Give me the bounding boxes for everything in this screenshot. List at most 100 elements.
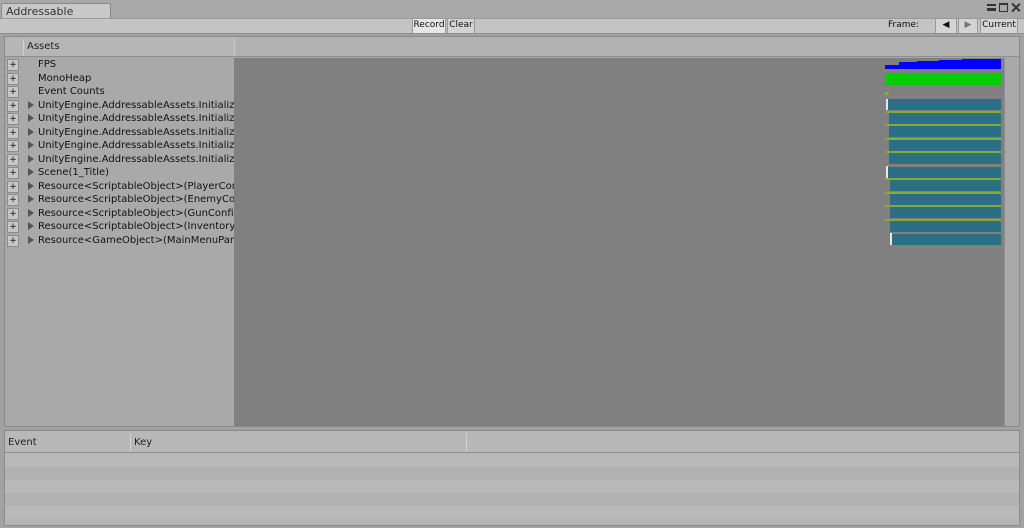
events-panel: Event Key [4, 430, 1020, 526]
tree-row[interactable]: + MonoHeap [5, 72, 234, 85]
expand-arrow-icon[interactable] [28, 181, 34, 190]
tree-row[interactable]: + FPS [5, 58, 234, 71]
expand-arrow-icon[interactable] [28, 208, 34, 217]
tree-row-label: Resource<GameObject>(MainMenuPanel.p [38, 234, 234, 246]
asset-graph-bar [888, 167, 1001, 178]
tree-row-label: Resource<ScriptableObject>(PlayerConfig [38, 180, 234, 192]
asset-graph-bar [889, 126, 1001, 137]
toolbar: Record Clear Frame: ◀ ▶ Current [0, 18, 1024, 34]
table-row[interactable] [5, 480, 1019, 493]
event-count-marker [885, 92, 889, 95]
expand-arrow-icon[interactable] [28, 114, 34, 122]
vertical-scrollbar[interactable] [1004, 58, 1019, 426]
expand-arrow-icon[interactable] [28, 222, 34, 230]
assets-header-label: Assets [27, 41, 60, 52]
asset-graph-bar [888, 99, 1001, 110]
expand-plus-button[interactable]: + [7, 234, 19, 247]
clear-button[interactable]: Clear [447, 19, 475, 33]
asset-graph-bar [890, 180, 1001, 191]
expand-plus-button[interactable]: + [7, 180, 19, 193]
tree-row[interactable]: + Resource<GameObject>(MainMenuPanel.p [5, 234, 234, 247]
profiler-graph-area[interactable] [234, 58, 1004, 426]
tree-row-label: UnityEngine.AddressableAssets.Initializa… [38, 153, 234, 165]
maximize-icon[interactable] [999, 3, 1008, 12]
asset-event-line [885, 151, 1001, 153]
current-frame-button[interactable]: Current [980, 19, 1018, 33]
table-row[interactable] [5, 506, 1019, 519]
expand-arrow-icon[interactable] [28, 235, 34, 244]
expand-plus-button[interactable]: + [7, 221, 19, 233]
tree-row[interactable]: + UnityEngine.AddressableAssets.Initiali… [5, 112, 234, 125]
tree-row[interactable]: + Resource<ScriptableObject>(InventoryCo [5, 220, 234, 233]
asset-graph-bar [889, 140, 1001, 151]
asset-tree: + FPS + MonoHeap + Event Counts + UnityE… [5, 58, 234, 426]
tree-row-label: UnityEngine.AddressableAssets.Initializa… [38, 140, 234, 151]
column-separator [466, 433, 467, 451]
table-row[interactable] [5, 467, 1019, 480]
expand-plus-button[interactable]: + [7, 167, 19, 179]
expand-plus-button[interactable]: + [7, 59, 19, 71]
fps-graph-segment [962, 59, 1001, 63]
expand-plus-button[interactable]: + [7, 126, 19, 139]
key-column-header[interactable]: Key [134, 437, 152, 448]
expand-arrow-icon[interactable] [28, 127, 34, 136]
asset-graph-bar [892, 234, 1001, 245]
tree-row[interactable]: + Event Counts [5, 85, 234, 98]
asset-event-line [885, 178, 1001, 180]
graph-header [234, 37, 1019, 57]
asset-graph-bar [889, 153, 1001, 164]
expand-plus-button[interactable]: + [7, 194, 19, 206]
tree-row[interactable]: + UnityEngine.AddressableAssets.Initiali… [5, 126, 234, 139]
record-button[interactable]: Record [412, 19, 446, 33]
tree-row[interactable]: + UnityEngine.AddressableAssets.Initiali… [5, 153, 234, 166]
asset-event-line [885, 192, 1001, 194]
asset-event-line [885, 205, 1001, 207]
menu-icon[interactable] [987, 4, 996, 11]
arrow-right-icon: ▶ [964, 20, 972, 30]
expand-arrow-icon[interactable] [28, 154, 34, 163]
asset-event-line [885, 111, 1001, 113]
expand-plus-button[interactable]: + [7, 72, 19, 85]
expand-plus-button[interactable]: + [7, 113, 19, 125]
tree-row-label: Resource<ScriptableObject>(GunConfig.a [38, 207, 234, 219]
tree-row[interactable]: + UnityEngine.AddressableAssets.Initiali… [5, 139, 234, 152]
tree-row-label: Resource<ScriptableObject>(InventoryCo [38, 221, 234, 232]
tree-row-label: UnityEngine.AddressableAssets.Initializa… [38, 99, 234, 111]
table-row[interactable] [5, 493, 1019, 506]
tree-row[interactable]: + UnityEngine.AddressableAssets.Initiali… [5, 99, 234, 112]
window-tab-strip: Addressable Profiler [0, 0, 1024, 31]
table-row[interactable] [5, 454, 1019, 467]
tree-row[interactable]: + Resource<ScriptableObject>(PlayerConfi… [5, 180, 234, 193]
events-table-header: Event Key [5, 431, 1019, 453]
next-frame-button[interactable]: ▶ [958, 19, 978, 33]
expand-plus-button[interactable]: + [7, 86, 19, 98]
expand-plus-button[interactable]: + [7, 140, 19, 152]
tree-row[interactable]: + Resource<ScriptableObject>(GunConfig.a [5, 207, 234, 220]
asset-event-line [885, 138, 1001, 140]
prev-frame-button[interactable]: ◀ [935, 19, 957, 33]
expand-arrow-icon[interactable] [28, 195, 34, 203]
close-icon[interactable] [1011, 3, 1020, 12]
tree-row[interactable]: + Scene(1_Title) [5, 166, 234, 179]
asset-graph-bar [890, 207, 1001, 218]
assets-column-header[interactable]: Assets [5, 37, 234, 57]
monoheap-graph-bar [885, 73, 1001, 85]
tree-row-label: UnityEngine.AddressableAssets.Initializa… [38, 126, 234, 138]
expand-arrow-icon[interactable] [28, 168, 34, 176]
column-separator [130, 433, 131, 451]
tree-row[interactable]: + Resource<ScriptableObject>(EnemyConfi [5, 193, 234, 206]
window-tab-addressable-profiler[interactable]: Addressable Profiler [1, 3, 111, 31]
expand-plus-button[interactable]: + [7, 99, 19, 112]
expand-plus-button[interactable]: + [7, 207, 19, 220]
event-column-header[interactable]: Event [8, 437, 37, 448]
arrow-left-icon: ◀ [942, 20, 950, 30]
asset-graph-bar [889, 113, 1001, 124]
asset-graph-tick [886, 166, 888, 178]
asset-graph-tick [886, 99, 888, 110]
profiler-main-panel: Assets + FPS + MonoHeap + Event Counts +… [4, 36, 1020, 427]
expand-plus-button[interactable]: + [7, 153, 19, 166]
expand-arrow-icon[interactable] [28, 100, 34, 109]
tree-row-label: Scene(1_Title) [38, 167, 110, 178]
frame-label: Frame: [888, 20, 920, 30]
expand-arrow-icon[interactable] [28, 141, 34, 149]
